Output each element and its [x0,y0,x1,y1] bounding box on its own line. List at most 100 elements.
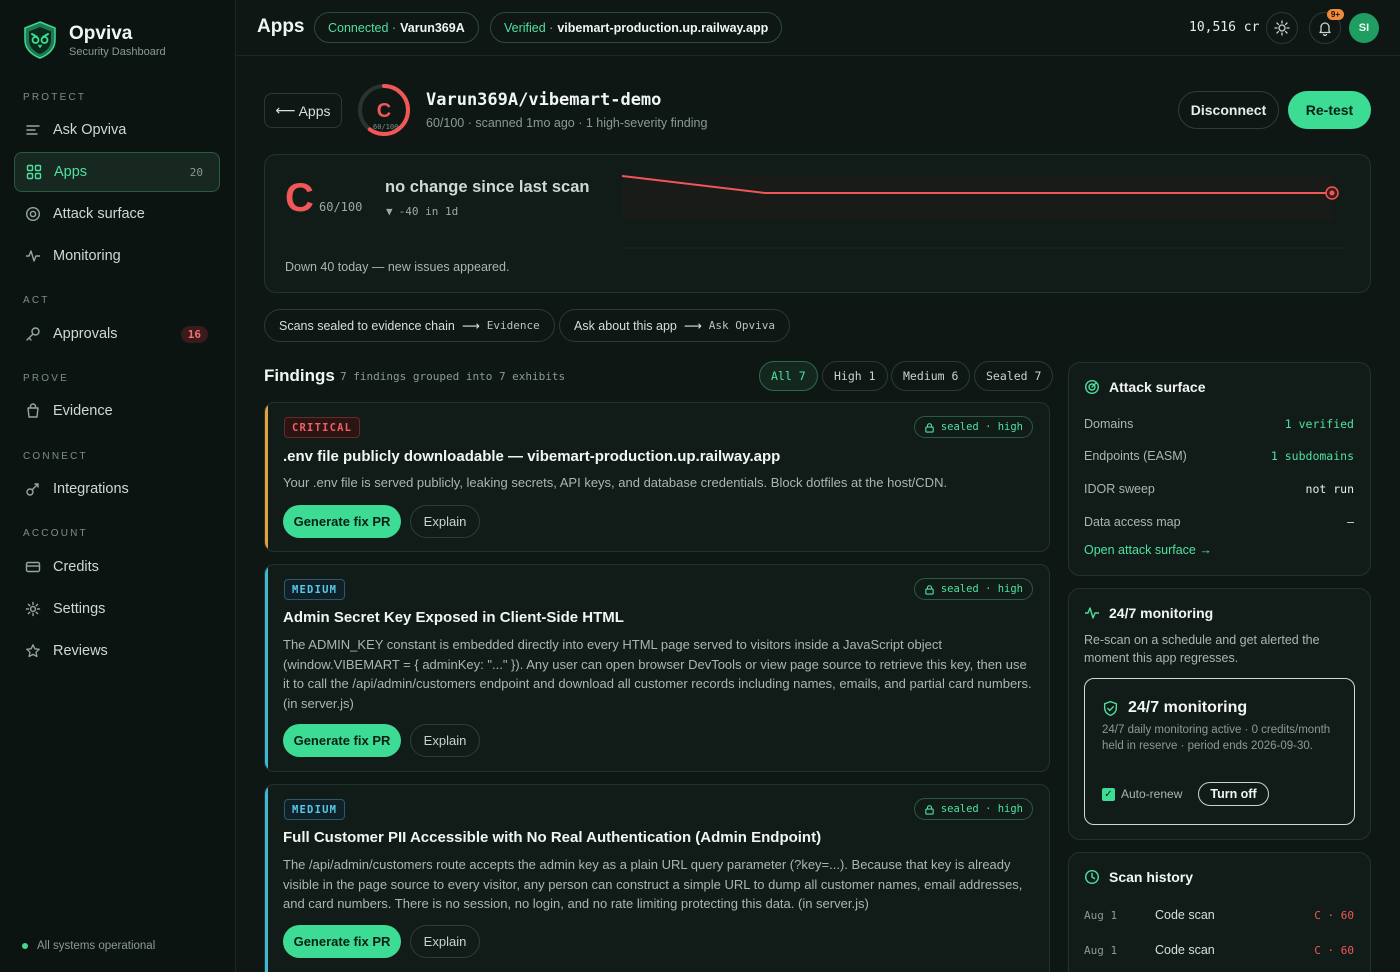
nav-section-act: ACT [23,295,50,306]
explain-button[interactable]: Explain [410,505,480,538]
brand[interactable]: Opviva Security Dashboard [22,20,166,60]
credits-balance[interactable]: 10,516 cr [1189,20,1259,35]
filter-all[interactable]: All 7 [759,361,818,391]
sidebar-item-label: Ask Opviva [53,122,127,138]
score-sparkline [622,175,1342,249]
key-icon [25,326,41,342]
repo-title: Varun369A/vibemart-demo [426,90,662,110]
attack-surface-row: IDOR sweep not run [1084,482,1354,496]
chip-target: Ask Opviva [708,319,776,332]
sidebar-item-settings[interactable]: Settings [14,589,220,629]
sun-icon [1274,20,1290,36]
chip-label: Ask about this app [574,318,677,333]
filter-sealed[interactable]: Sealed 7 [974,361,1054,391]
sealed-badge: sealed · high [913,416,1033,438]
repo-meta: 60/100 · scanned 1mo ago · 1 high-severi… [426,116,708,130]
sidebar-item-approvals[interactable]: Approvals 16 [14,314,220,354]
sidebar-item-apps[interactable]: Apps 20 [14,152,220,192]
finding-title[interactable]: .env file publicly downloadable — vibema… [283,448,780,465]
connected-value: Varun369A [400,20,465,35]
generate-fix-pr-button[interactable]: Generate fix PR [283,505,401,538]
findings-title: Findings [264,366,335,385]
evidence-chain-chip[interactable]: Scans sealed to evidence chain ⟶ Evidenc… [264,309,555,342]
avatar[interactable]: SI [1349,13,1379,43]
gear-icon [25,601,41,617]
filter-medium[interactable]: Medium 6 [891,361,971,391]
chip-label: Scans sealed to evidence chain [279,318,455,333]
nav-section-account: ACCOUNT [23,528,88,539]
sidebar-item-credits[interactable]: Credits [14,547,220,587]
monitoring-box-text: 24/7 daily monitoring active · 0 credits… [1102,724,1331,752]
finding-description: Your .env file is served publicly, leaki… [283,475,948,490]
finding-accent [265,785,268,972]
score-delta: ▼ -40 in 1d [386,205,458,218]
explain-button[interactable]: Explain [410,724,480,757]
back-label: Apps [298,102,331,119]
scan-history-title-text: Scan history [1109,869,1194,885]
sidebar-item-label: Credits [53,559,99,575]
scan-date: Aug 1 [1084,944,1118,957]
disconnect-button[interactable]: Disconnect [1178,91,1279,129]
finding-title[interactable]: Admin Secret Key Exposed in Client-Side … [283,609,624,626]
status-dot-icon [22,943,28,949]
sidebar-item-monitoring[interactable]: Monitoring [14,236,220,276]
severity-badge: MEDIUM [284,799,346,820]
lock-icon [925,804,934,815]
sidebar-item-label: Approvals [53,326,118,342]
row-label: IDOR sweep [1084,482,1155,496]
theme-toggle-button[interactable] [1266,12,1298,44]
severity-badge: CRITICAL [284,417,361,438]
brand-name: Opviva [69,22,133,44]
notifications-button[interactable]: 9+ [1309,9,1344,44]
sidebar-item-ask-opviva[interactable]: Ask Opviva [14,110,220,150]
sealed-text: sealed · high [940,421,1023,433]
finding-description: The /api/admin/customers route accepts t… [283,857,1023,911]
target-icon [25,206,41,222]
explain-button[interactable]: Explain [410,925,480,958]
plug-icon [25,481,41,497]
ask-about-app-chip[interactable]: Ask about this app ⟶ Ask Opviva [559,309,791,342]
top-bar: Apps Connected · Varun369A Verified · vi… [236,0,1400,56]
row-value: 1 subdomains [1270,449,1354,463]
finding-title[interactable]: Full Customer PII Accessible with No Rea… [283,829,821,846]
back-to-apps-button[interactable]: ⟵ Apps [264,93,342,128]
nav-section-connect: CONNECT [23,451,88,462]
open-attack-surface-link[interactable]: Open attack surface → [1084,543,1212,557]
brand-subtitle: Security Dashboard [69,45,166,58]
turn-off-button[interactable]: Turn off [1198,782,1269,806]
attack-surface-row: Endpoints (EASM) 1 subdomains [1084,449,1354,463]
sealed-text: sealed · high [940,583,1023,595]
generate-fix-pr-button[interactable]: Generate fix PR [283,724,401,757]
retest-button[interactable]: Re-test [1288,91,1371,129]
sidebar-item-integrations[interactable]: Integrations [14,469,220,509]
lock-icon [925,584,934,595]
system-status: All systems operational [22,940,155,952]
sealed-badge: sealed · high [913,798,1033,820]
sidebar-item-evidence[interactable]: Evidence [14,391,220,431]
sidebar-item-label: Monitoring [53,248,121,264]
auto-renew-checkbox[interactable]: ✓ Auto-renew [1102,787,1182,801]
finding-card: CRITICAL sealed · high .env file publicl… [264,402,1050,552]
approvals-badge: 16 [180,325,208,343]
verified-value: vibemart-production.up.railway.app [557,20,769,35]
sidebar-item-attack-surface[interactable]: Attack surface [14,194,220,234]
connected-pill[interactable]: Connected · Varun369A [314,12,479,43]
score-delta-text: -40 in 1d [398,205,459,218]
generate-fix-pr-button[interactable]: Generate fix PR [283,925,401,958]
sparkline-band [622,176,1332,220]
sidebar-item-label: Settings [53,601,106,617]
finding-accent [265,565,268,771]
sidebar-item-reviews[interactable]: Reviews [14,631,220,671]
arrow-right-icon: ⟶ [683,319,702,333]
verified-pill[interactable]: Verified · vibemart-production.up.railwa… [490,12,783,43]
findings-subtitle: 7 findings grouped into 7 exhibits [340,370,566,383]
score-value: 60/100 [319,200,363,214]
arrow-right-icon: ⟶ [461,319,480,333]
sealed-badge: sealed · high [913,578,1033,600]
sidebar-item-label: Attack surface [53,206,145,222]
radar-icon [1084,379,1100,395]
filter-high[interactable]: High 1 [822,361,888,391]
grid-icon [26,164,42,180]
grade-ring-score: 60/100 [373,123,398,131]
score-note: Down 40 today — new issues appeared. [285,260,510,274]
